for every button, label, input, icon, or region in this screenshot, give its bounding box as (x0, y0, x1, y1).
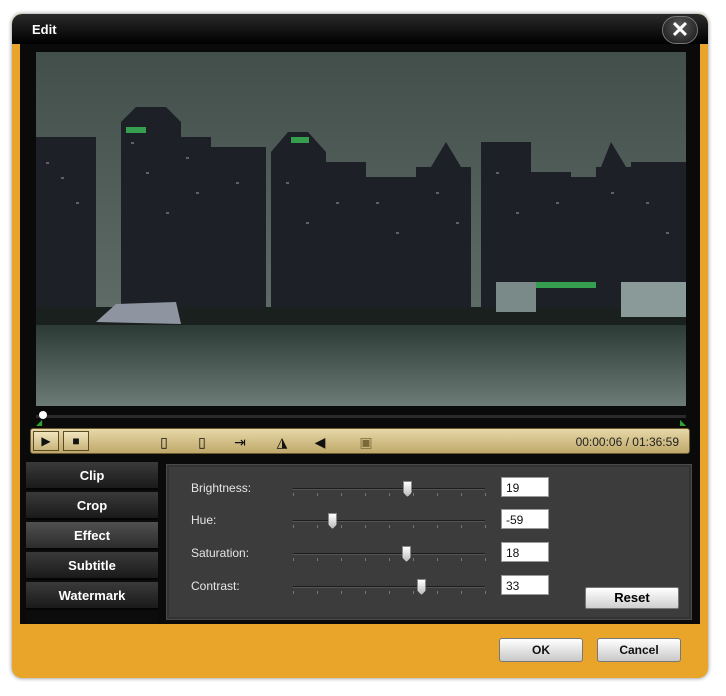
image-icon[interactable]: ▣ (355, 432, 377, 452)
hue-slider[interactable] (293, 513, 486, 529)
trim-end-marker[interactable]: ◣ (680, 418, 686, 427)
contrast-field[interactable]: 33 (501, 575, 549, 595)
slider-tick (341, 525, 342, 528)
trim-start-marker[interactable]: ◢ (36, 418, 42, 427)
slider-tick (317, 525, 318, 528)
slider-tick (365, 525, 366, 528)
flip-vertical-icon[interactable]: ◀ (309, 432, 331, 452)
saturation-field[interactable]: 18 (501, 542, 549, 562)
slider-tick (461, 558, 462, 561)
slider-tick (389, 493, 390, 496)
slider-tick (341, 493, 342, 496)
contrast-slider-thumb[interactable] (417, 579, 426, 595)
slider-tick (437, 591, 438, 594)
slider-tick (389, 558, 390, 561)
edit-dialog: Edit ✕ ◢ ◣ ▶ ■ ▯ ▯ ⇥ ◮ ◀ ▣ 00:00:06 / 01… (12, 14, 708, 678)
slider-tick (413, 525, 414, 528)
ok-button[interactable]: OK (499, 638, 583, 662)
slider-tick (485, 591, 486, 594)
slider-tick (293, 558, 294, 561)
stop-button[interactable]: ■ (63, 431, 89, 451)
slider-tick (317, 591, 318, 594)
video-preview (36, 52, 686, 406)
brightness-label: Brightness: (191, 481, 252, 495)
city-skyline-image (36, 52, 686, 406)
slider-tick (413, 591, 414, 594)
slider-tick (365, 591, 366, 594)
slider-tick (293, 591, 294, 594)
flip-horizontal-icon[interactable]: ◮ (271, 432, 293, 452)
saturation-slider-thumb[interactable] (402, 546, 411, 562)
slider-tick (317, 493, 318, 496)
slider-tick (341, 558, 342, 561)
hue-label: Hue: (191, 513, 217, 527)
tab-clip[interactable]: Clip (26, 462, 158, 490)
slider-tick (461, 493, 462, 496)
slider-tick (389, 525, 390, 528)
slider-tick (437, 525, 438, 528)
film-frame-icon[interactable]: ▯ (191, 432, 213, 452)
slider-tick (437, 493, 438, 496)
slider-tick (341, 591, 342, 594)
contrast-label: Contrast: (191, 579, 240, 593)
contrast-slider[interactable] (293, 579, 486, 595)
saturation-label: Saturation: (191, 546, 250, 560)
seek-bar[interactable]: ◢ ◣ (36, 410, 686, 427)
slider-tick (485, 525, 486, 528)
slider-tick (437, 558, 438, 561)
saturation-slider[interactable] (293, 546, 486, 562)
hue-slider-thumb[interactable] (328, 513, 337, 529)
slider-tick (293, 493, 294, 496)
go-to-icon[interactable]: ⇥ (229, 432, 251, 452)
close-button[interactable]: ✕ (662, 16, 698, 44)
reset-button[interactable]: Reset (585, 587, 679, 609)
slider-tick (485, 493, 486, 496)
slider-tick (365, 493, 366, 496)
time-display: 00:00:06 / 01:36:59 (575, 435, 679, 449)
player-controls: ▶ ■ ▯ ▯ ⇥ ◮ ◀ ▣ 00:00:06 / 01:36:59 (30, 428, 690, 454)
slider-tick (293, 525, 294, 528)
slider-tick (317, 558, 318, 561)
effect-settings-panel: Brightness: 19 Hue: -59 Saturation: 18 C… (166, 464, 692, 620)
play-button[interactable]: ▶ (33, 431, 59, 451)
slider-tick (461, 525, 462, 528)
slider-tick (461, 591, 462, 594)
edit-tabs: Clip Crop Effect Subtitle Watermark (26, 462, 158, 622)
snapshot-frame-icon[interactable]: ▯ (153, 432, 175, 452)
effect-settings-inner: Brightness: 19 Hue: -59 Saturation: 18 C… (169, 467, 689, 617)
hue-field[interactable]: -59 (501, 509, 549, 529)
brightness-slider-thumb[interactable] (403, 481, 412, 497)
cancel-button[interactable]: Cancel (597, 638, 681, 662)
slider-tick (413, 493, 414, 496)
tab-watermark[interactable]: Watermark (26, 582, 158, 610)
brightness-field[interactable]: 19 (501, 477, 549, 497)
tab-effect[interactable]: Effect (26, 522, 158, 550)
seek-track (36, 415, 686, 418)
slider-tick (485, 558, 486, 561)
title-bar: Edit ✕ (12, 14, 708, 44)
slider-tick (413, 558, 414, 561)
tab-crop[interactable]: Crop (26, 492, 158, 520)
brightness-slider[interactable] (293, 481, 486, 497)
dialog-title: Edit (32, 22, 57, 37)
tab-subtitle[interactable]: Subtitle (26, 552, 158, 580)
slider-tick (389, 591, 390, 594)
slider-tick (365, 558, 366, 561)
editor-panel: ◢ ◣ ▶ ■ ▯ ▯ ⇥ ◮ ◀ ▣ 00:00:06 / 01:36:59 … (20, 44, 700, 624)
